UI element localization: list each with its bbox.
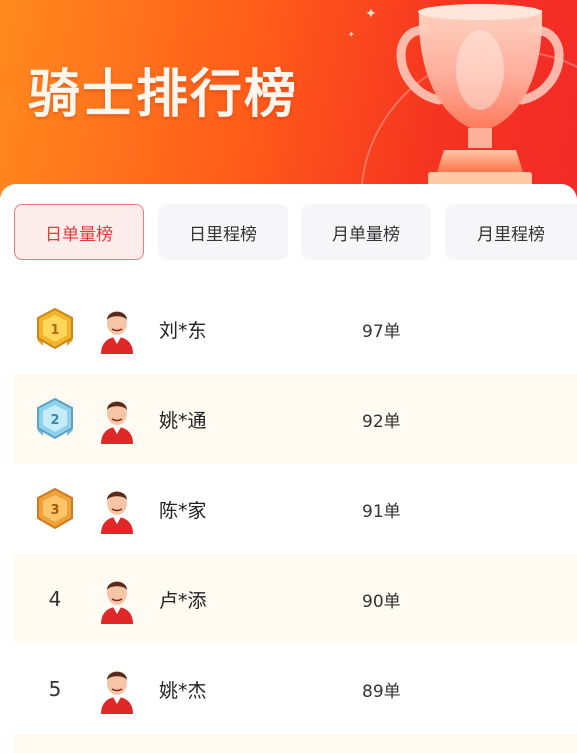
order-count: 90单 — [362, 592, 401, 612]
rider-avatar — [97, 304, 137, 354]
rider-avatar — [97, 484, 137, 534]
rider-name: 刘*东 — [159, 320, 207, 342]
rider-avatar — [97, 664, 137, 714]
list-item[interactable]: 2 姚*通 92单 — [14, 374, 577, 464]
order-count: 91单 — [362, 502, 401, 522]
rider-avatar — [97, 574, 137, 624]
rank-number: 4 — [48, 587, 62, 611]
rider-name: 卢*添 — [159, 590, 207, 612]
rider-name: 姚*杰 — [159, 680, 207, 702]
rider-name: 姚*通 — [159, 410, 207, 432]
list-item[interactable]: 1 刘*东 97单 — [14, 284, 577, 374]
list-item[interactable] — [14, 734, 577, 753]
order-count: 97单 — [362, 322, 401, 342]
ranking-tabs: 日单量榜 日里程榜 月单量榜 月里程榜 — [14, 204, 577, 262]
order-count: 92单 — [362, 412, 401, 432]
svg-text:3: 3 — [50, 503, 59, 518]
silver-medal-icon: 2 — [32, 396, 78, 442]
tab-daily-mileage[interactable]: 日里程榜 — [158, 204, 288, 260]
svg-text:1: 1 — [50, 323, 59, 338]
tab-monthly-orders[interactable]: 月单量榜 — [301, 204, 431, 260]
gold-medal-icon: 1 — [32, 306, 78, 352]
trophy-icon — [384, 0, 577, 200]
rider-name: 陈*家 — [159, 500, 207, 522]
tab-monthly-mileage[interactable]: 月里程榜 — [445, 204, 577, 260]
sparkle-icon: ✦ — [365, 6, 377, 22]
svg-text:2: 2 — [50, 413, 59, 428]
rank-number: 5 — [48, 677, 62, 701]
leaderboard-card: 日单量榜 日里程榜 月单量榜 月里程榜 1 刘*东 97单 2 姚*通 92单 … — [0, 184, 577, 753]
list-item[interactable]: 5 姚*杰 89单 — [14, 644, 577, 734]
header-banner: ✦ ✦ 骑士排行榜 — [0, 0, 577, 200]
tab-daily-orders[interactable]: 日单量榜 — [14, 204, 144, 260]
list-item[interactable]: 4 卢*添 90单 — [14, 554, 577, 644]
order-count: 89单 — [362, 682, 401, 702]
sparkle-icon: ✦ — [348, 30, 355, 39]
list-item[interactable]: 3 陈*家 91单 — [14, 464, 577, 554]
page-title: 骑士排行榜 — [28, 65, 299, 125]
rider-avatar — [97, 394, 137, 444]
bronze-medal-icon: 3 — [32, 486, 78, 532]
